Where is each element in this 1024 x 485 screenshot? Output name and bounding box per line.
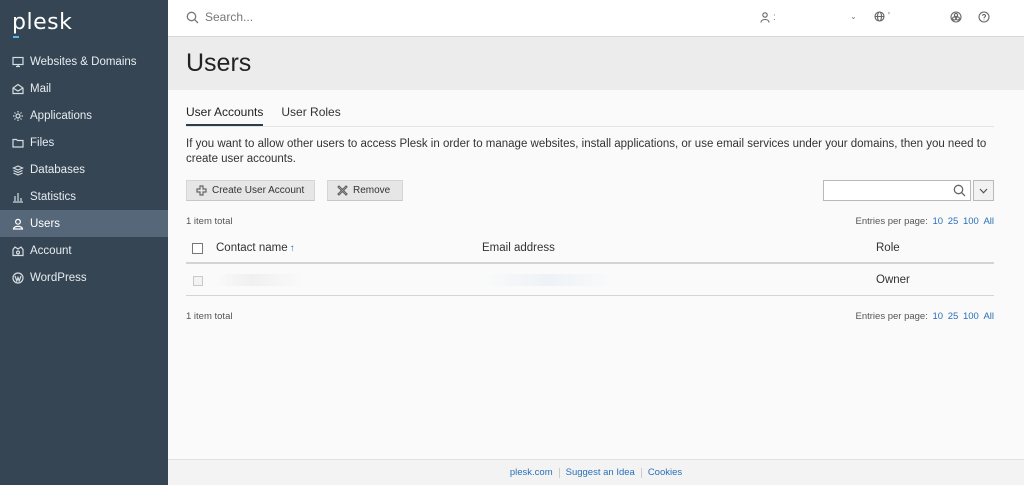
user-icon [12,218,24,230]
search-input[interactable] [205,10,505,24]
entries-option-10[interactable]: 10 [933,311,944,322]
create-user-account-label: Create User Account [212,185,305,196]
chevron-down-icon [979,188,988,194]
sidebar-item-label: WordPress [30,271,87,284]
tab-user-roles[interactable]: User Roles [281,105,340,126]
list-search-box [823,180,971,201]
sidebar-item-account[interactable]: Account [0,237,168,264]
sidebar-item-applications[interactable]: Applications [0,102,168,129]
logo-accent [13,36,19,38]
footer: plesk.com Suggest an Idea Cookies [168,459,1024,485]
column-header-label: Contact name [216,242,288,254]
sidebar-nav: Websites & Domains Mail Applications Fil… [0,48,168,291]
sidebar-item-statistics[interactable]: Statistics [0,183,168,210]
entries-option-100[interactable]: 100 [963,216,979,227]
create-user-account-button[interactable]: Create User Account [186,180,315,201]
search-icon [186,11,199,23]
column-header-email[interactable]: Email address [482,242,555,254]
footer-link-cookies[interactable]: Cookies [642,467,688,478]
sidebar-item-label: Applications [30,109,93,122]
remove-icon [337,185,348,196]
main-content: User Accounts User Roles If you want to … [168,90,1024,459]
page-title: Users [186,49,252,77]
item-total-top: 1 item total [186,216,233,227]
entries-per-page-label: Entries per page: [855,216,928,227]
user-menu-label: : [773,12,776,23]
select-all-checkbox[interactable] [192,243,203,254]
monitor-icon [12,56,24,68]
remove-button[interactable]: Remove [327,180,403,201]
column-header-role[interactable]: Role [876,242,900,254]
sidebar-item-label: Mail [30,82,52,95]
footer-link-suggest-idea[interactable]: Suggest an Idea [560,467,641,478]
list-search-input[interactable] [824,181,944,200]
bar-chart-icon [12,191,24,203]
footer-link-plesk[interactable]: plesk.com [504,467,559,478]
sidebar-item-label: Statistics [30,190,77,203]
topbar: : ⌄ ' [168,0,1024,37]
page-header: Users [168,37,1024,90]
entries-per-page-label: Entries per page: [855,311,928,322]
mail-icon [12,83,24,95]
entries-per-page-bottom: Entries per page: 10 25 100 All [856,311,995,322]
wordpress-icon [12,271,24,284]
extensions-icon[interactable] [950,11,962,23]
user-icon [760,12,770,23]
item-total-bottom: 1 item total [186,311,233,322]
sidebar-item-websites-domains[interactable]: Websites & Domains [0,48,168,75]
tab-user-accounts[interactable]: User Accounts [186,105,264,126]
globe-icon [874,11,885,22]
contact-name-link[interactable] [216,274,304,286]
search-icon[interactable] [953,184,966,200]
entries-option-25[interactable]: 25 [948,311,959,322]
tabs: User Accounts User Roles [186,105,359,126]
sidebar-item-mail[interactable]: Mail [0,75,168,102]
plesk-logo[interactable]: plesk [12,10,72,35]
sidebar-item-label: Files [30,136,55,149]
sidebar: plesk Websites & Domains Mail Applicatio… [0,0,168,485]
chevron-down-icon[interactable]: ⌄ [850,12,857,21]
folder-icon [12,137,24,149]
entries-option-10[interactable]: 10 [933,216,944,227]
email-address-link[interactable] [482,274,614,286]
sidebar-item-databases[interactable]: Databases [0,156,168,183]
database-icon [12,164,24,176]
language-label: ' [888,11,890,22]
table-header: Contact name ↑ Email address Role [186,236,994,264]
remove-label: Remove [353,185,391,196]
sidebar-item-label: Account [30,244,72,257]
sidebar-item-label: Users [30,217,61,230]
language-menu[interactable]: ' [874,11,890,22]
column-header-contact-name[interactable]: Contact name ↑ [216,242,295,254]
sidebar-item-label: Databases [30,163,85,176]
role-cell: Owner [876,274,910,286]
entries-option-all[interactable]: All [983,311,994,322]
account-icon [12,245,24,257]
filter-toggle-button[interactable] [973,180,994,201]
global-search [186,10,505,24]
help-icon[interactable] [978,11,990,23]
row-checkbox[interactable] [193,276,203,286]
user-menu[interactable]: : [760,12,776,23]
sidebar-item-wordpress[interactable]: WordPress [0,264,168,291]
entries-per-page-top: Entries per page: 10 25 100 All [856,216,995,227]
add-user-icon [196,185,207,196]
sidebar-item-files[interactable]: Files [0,129,168,156]
table-row: Owner [186,266,994,296]
sidebar-item-label: Websites & Domains [30,55,137,68]
gear-icon [12,110,24,122]
entries-option-all[interactable]: All [983,216,994,227]
sidebar-item-users[interactable]: Users [0,210,168,237]
intro-text: If you want to allow other users to acce… [186,138,987,165]
entries-option-25[interactable]: 25 [948,216,959,227]
tabs-divider [186,126,994,127]
sort-ascending-icon: ↑ [289,243,295,254]
entries-option-100[interactable]: 100 [963,311,979,322]
